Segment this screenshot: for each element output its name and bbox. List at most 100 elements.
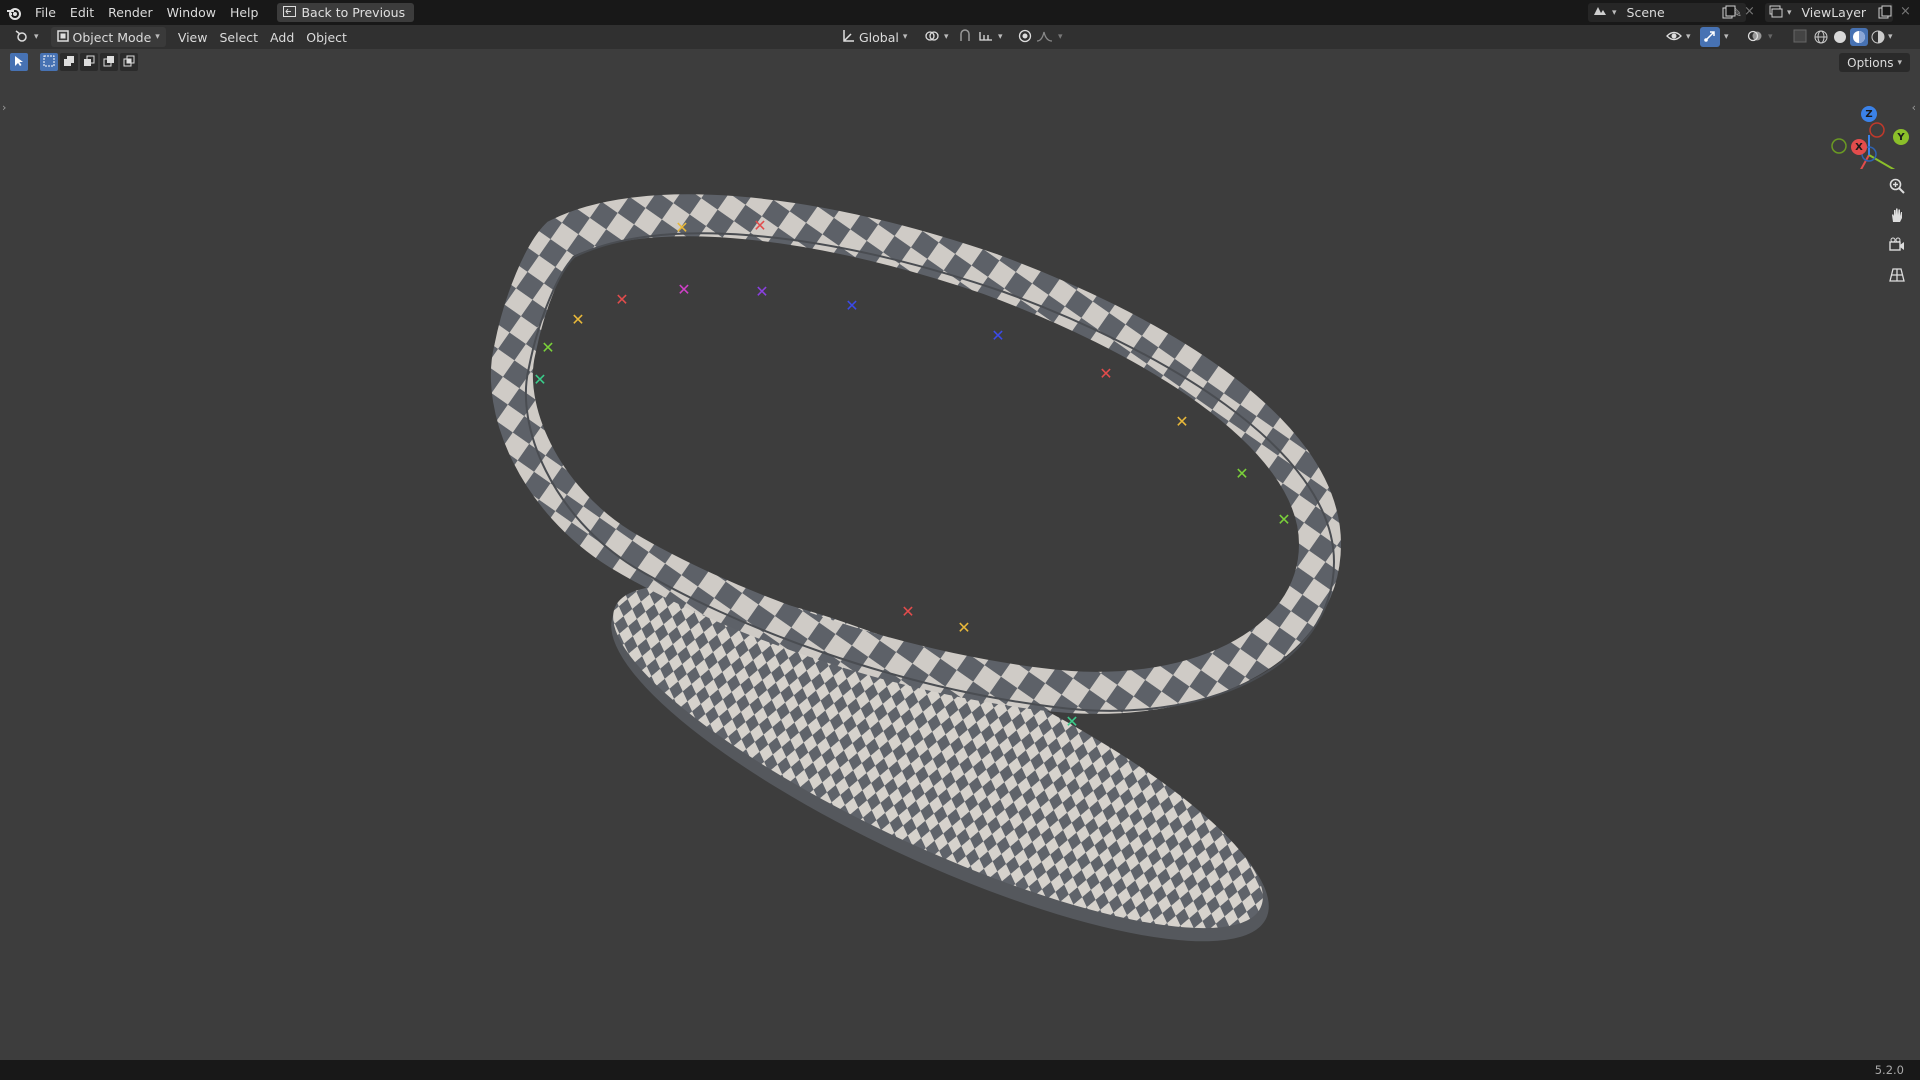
object-mode-caret-icon: ▾ [155, 32, 160, 42]
3d-viewport[interactable]: ✕ ✕ ✕ ✕ ✕ ✕ ✕ ✕ ✕ ✕ ✕ ✕ ✕ ✕ ✕ ✕ ✕ › ‹ X … [0, 49, 1920, 1060]
proportional-editing-toggle[interactable]: ▾ [1012, 27, 1069, 47]
select-extend-icon [63, 55, 75, 70]
select-intersect-mode[interactable] [120, 53, 138, 71]
transform-orientation-dropdown[interactable]: Global ▾ [835, 27, 913, 47]
menu-object[interactable]: Object [300, 27, 353, 47]
svg-text:✕: ✕ [1175, 412, 1188, 431]
sidebar-expand-icon[interactable]: ‹ [1912, 101, 1916, 114]
svg-text:✕: ✕ [845, 296, 858, 315]
options-label: Options [1847, 55, 1894, 70]
svg-text:✕: ✕ [755, 282, 768, 301]
viewlayer-selector[interactable]: ▾ ViewLayer [1765, 3, 1893, 22]
wireframe-shading-icon[interactable] [1812, 28, 1830, 46]
visibility-icon [1666, 29, 1682, 46]
select-invert-mode[interactable] [100, 53, 118, 71]
select-intersect-icon [123, 55, 135, 70]
viewlayer-copy-icon[interactable] [1878, 5, 1892, 22]
solid-shading-icon[interactable] [1831, 28, 1849, 46]
status-bar: 5.2.0 [0, 1060, 1920, 1080]
svg-text:✕: ✕ [675, 218, 688, 237]
tool-spacer [30, 53, 38, 71]
shading-caret-icon[interactable]: ▾ [1888, 32, 1893, 42]
menu-view[interactable]: View [172, 27, 214, 47]
scene-icon [1588, 4, 1612, 21]
hand-icon [1889, 207, 1905, 226]
overlay-icon [1747, 29, 1763, 46]
pivot-dropdown[interactable]: ▾ [918, 27, 955, 47]
svg-text:✕: ✕ [677, 280, 690, 299]
blender-logo-icon[interactable] [0, 0, 28, 25]
menu-add[interactable]: Add [264, 27, 300, 47]
svg-text:✕: ✕ [533, 370, 546, 389]
tool-settings-row [10, 53, 138, 71]
snap-dropdown[interactable]: ▾ [952, 27, 1009, 47]
object-mode-label: Object Mode [72, 29, 152, 45]
snap-caret-icon: ▾ [998, 32, 1003, 42]
svg-text:✕: ✕ [1099, 364, 1112, 383]
scene-name[interactable]: Scene [1627, 5, 1728, 20]
zoom-tool[interactable] [1885, 175, 1909, 199]
viewlayer-close-icon[interactable]: × [1900, 4, 1911, 19]
copy-icon[interactable] [1722, 5, 1736, 22]
options-dropdown[interactable]: Options ▾ [1839, 53, 1910, 72]
svg-text:✕: ✕ [1277, 510, 1290, 529]
select-tool-button[interactable] [10, 53, 28, 71]
visibility-caret-icon: ▾ [1686, 32, 1691, 42]
back-to-previous-label: Back to Previous [301, 5, 406, 20]
menu-window[interactable]: Window [160, 0, 223, 25]
gizmo-toggle[interactable] [1700, 27, 1720, 47]
shading-mode-group: ▾ [1812, 27, 1893, 47]
close-icon[interactable]: × [1744, 4, 1755, 19]
toolbar-expand-icon[interactable]: › [2, 101, 6, 114]
editor-type-button[interactable]: ▾ [8, 27, 45, 47]
pivot-icon [924, 29, 940, 46]
gizmo-x-axis[interactable]: X [1851, 139, 1867, 155]
ortho-toggle-tool[interactable] [1885, 264, 1909, 288]
svg-text:✕: ✕ [991, 326, 1004, 345]
menu-edit[interactable]: Edit [63, 0, 101, 25]
select-subtract-mode[interactable] [80, 53, 98, 71]
options-caret-icon: ▾ [1897, 57, 1902, 68]
zoom-icon [1889, 178, 1905, 197]
svg-text:✕: ✕ [571, 310, 584, 329]
select-invert-icon [103, 55, 115, 70]
overlay-toggle[interactable] [1744, 27, 1766, 47]
top-bar: File Edit Render Window Help Back to Pre… [0, 0, 1920, 25]
menu-select[interactable]: Select [213, 27, 264, 47]
rendered-shading-icon[interactable] [1869, 28, 1887, 46]
scene-caret-icon: ▾ [1612, 7, 1617, 18]
material-shading-icon[interactable] [1850, 28, 1868, 46]
pivot-caret-icon: ▾ [944, 32, 949, 42]
gizmo-caret-icon[interactable]: ▾ [1724, 32, 1729, 42]
select-new-mode[interactable] [40, 53, 58, 71]
navigation-gizmo[interactable] [1820, 89, 1900, 169]
camera-view-tool[interactable] [1885, 234, 1909, 258]
menu-help[interactable]: Help [223, 0, 266, 25]
version-label: 5.2.0 [1874, 1063, 1904, 1077]
menu-render[interactable]: Render [101, 0, 160, 25]
object-mode-icon [56, 29, 69, 45]
gizmo-z-axis[interactable]: Z [1861, 106, 1877, 122]
pan-tool[interactable] [1885, 204, 1909, 228]
xray-icon [1793, 29, 1807, 46]
grid-icon [1889, 267, 1905, 286]
overlay-caret-icon[interactable]: ▾ [1768, 32, 1773, 42]
svg-text:✕: ✕ [1065, 712, 1078, 731]
viewport-header: ▾ Object Mode ▾ View Select Add Object G… [0, 25, 1920, 49]
select-extend-mode[interactable] [60, 53, 78, 71]
gizmo-y-axis[interactable]: Y [1893, 129, 1909, 145]
svg-text:✕: ✕ [753, 216, 766, 235]
object-mode-dropdown[interactable]: Object Mode ▾ [50, 27, 166, 47]
snap-icon [958, 28, 974, 46]
back-to-previous-button[interactable]: Back to Previous [277, 3, 415, 22]
gizmo-icon [1703, 29, 1717, 46]
falloff-caret-icon: ▾ [1058, 32, 1063, 42]
editor-type-caret-icon: ▾ [34, 32, 39, 42]
xray-toggle[interactable] [1790, 27, 1810, 47]
select-subtract-icon [83, 55, 95, 70]
svg-text:✕: ✕ [957, 618, 970, 637]
menu-file[interactable]: File [28, 0, 63, 25]
cursor-icon [13, 55, 25, 70]
viewlayer-name[interactable]: ViewLayer [1802, 5, 1867, 20]
visibility-dropdown[interactable]: ▾ [1660, 27, 1697, 47]
